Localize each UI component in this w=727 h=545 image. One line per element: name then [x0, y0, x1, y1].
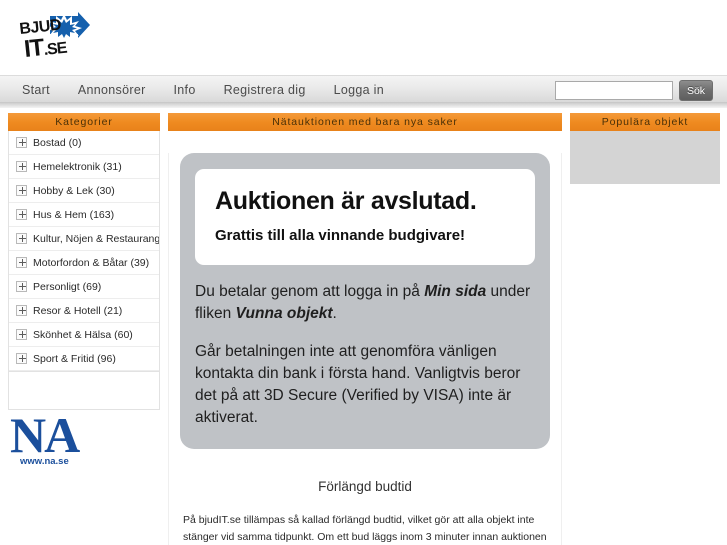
- sidebar-filler: [8, 372, 160, 410]
- search-input[interactable]: [555, 81, 673, 100]
- nav-item-registrera-dig[interactable]: Registrera dig: [210, 76, 320, 104]
- search-button[interactable]: Sök: [679, 80, 713, 101]
- expand-plus-icon[interactable]: [16, 209, 27, 220]
- site-logo[interactable]: BJUD IT.SE: [14, 12, 104, 64]
- sidebar-item-label: Personligt (69): [33, 280, 102, 293]
- sidebar-item-bostad[interactable]: Bostad (0): [9, 131, 159, 155]
- nav-item-list: Start Annonsörer Info Registrera dig Log…: [8, 76, 398, 104]
- extended-bidding-title: Förlängd budtid: [318, 479, 412, 494]
- sidebar-item-hus-hem[interactable]: Hus & Hem (163): [9, 203, 159, 227]
- sidebar-item-resor-hotell[interactable]: Resor & Hotell (21): [9, 299, 159, 323]
- sidebar-item-label: Bostad (0): [33, 136, 82, 149]
- navbar-shadow: [0, 103, 727, 108]
- na-logo-svg: NA www.na.se: [10, 407, 82, 467]
- center-header: Nätauktionen med bara nya saker: [168, 113, 562, 131]
- expand-plus-icon[interactable]: [16, 185, 27, 196]
- sidebar-categories: Kategorier Bostad (0) Hemelektronik (31)…: [8, 113, 160, 467]
- expand-plus-icon[interactable]: [16, 161, 27, 172]
- payment-instructions-paragraph: Du betalar genom att logga in på Min sid…: [195, 281, 535, 325]
- sponsor-url-text: www.na.se: [19, 456, 69, 467]
- popular-items-body: [570, 131, 720, 184]
- sidebar-item-skonhet-halsa[interactable]: Skönhet & Hälsa (60): [9, 323, 159, 347]
- expand-plus-icon[interactable]: [16, 137, 27, 148]
- expand-plus-icon[interactable]: [16, 329, 27, 340]
- main-navbar: Start Annonsörer Info Registrera dig Log…: [0, 75, 727, 103]
- vunna-objekt-emphasis: Vunna objekt: [235, 305, 333, 322]
- auction-closed-headline-box: Auktionen är avslutad. Grattis till alla…: [195, 169, 535, 265]
- nav-item-annonsorer[interactable]: Annonsörer: [64, 76, 160, 104]
- extended-bidding-body: På bjudIT.se tillämpas så kallad förläng…: [183, 514, 547, 543]
- sponsor-na-logo[interactable]: NA www.na.se: [10, 407, 98, 468]
- popular-items-panel: Populära objekt: [570, 113, 720, 184]
- expand-plus-icon[interactable]: [16, 233, 27, 244]
- sidebar-item-hobby-lek[interactable]: Hobby & Lek (30): [9, 179, 159, 203]
- sidebar-item-label: Skönhet & Hälsa (60): [33, 328, 133, 341]
- popular-items-header: Populära objekt: [570, 113, 720, 131]
- nav-item-info[interactable]: Info: [160, 76, 210, 104]
- sidebar-item-label: Hus & Hem (163): [33, 208, 115, 221]
- search-area: Sök: [555, 80, 713, 101]
- sidebar-item-label: Motorfordon & Båtar (39): [33, 256, 150, 269]
- sidebar-item-label: Kultur, Nöjen & Restaurang (36): [33, 232, 159, 245]
- sidebar-item-kultur-nojen-restaurang[interactable]: Kultur, Nöjen & Restaurang (36): [9, 227, 159, 251]
- payment-failure-paragraph: Går betalningen inte att genomföra vänli…: [195, 343, 521, 426]
- sidebar-item-hemelektronik[interactable]: Hemelektronik (31): [9, 155, 159, 179]
- auction-closed-notice: Auktionen är avslutad. Grattis till alla…: [180, 153, 550, 449]
- expand-plus-icon[interactable]: [16, 281, 27, 292]
- sidebar-item-label: Resor & Hotell (21): [33, 304, 123, 317]
- payment-text-part1: Du betalar genom att logga in på: [195, 283, 425, 300]
- expand-plus-icon[interactable]: [16, 257, 27, 268]
- center-body: Auktionen är avslutad. Grattis till alla…: [168, 153, 562, 545]
- auction-closed-title: Auktionen är avslutad.: [215, 187, 477, 215]
- logo-svg: BJUD IT.SE: [19, 12, 90, 63]
- sidebar-item-personligt[interactable]: Personligt (69): [9, 275, 159, 299]
- expand-plus-icon[interactable]: [16, 353, 27, 364]
- sidebar-item-label: Hemelektronik (31): [33, 160, 122, 173]
- sidebar-item-motorfordon-batar[interactable]: Motorfordon & Båtar (39): [9, 251, 159, 275]
- auction-closed-subtitle: Grattis till alla vinnande budgivare!: [215, 227, 466, 244]
- sidebar-item-label: Hobby & Lek (30): [33, 184, 115, 197]
- nav-item-start[interactable]: Start: [8, 76, 64, 104]
- sidebar-item-sport-fritid[interactable]: Sport & Fritid (96): [9, 347, 159, 371]
- sidebar-item-label: Sport & Fritid (96): [33, 352, 116, 365]
- category-list: Bostad (0) Hemelektronik (31) Hobby & Le…: [8, 131, 160, 372]
- page-root: BJUD IT.SE Start Annonsörer Info Registr…: [0, 0, 727, 545]
- min-sida-emphasis: Min sida: [424, 283, 487, 300]
- center-column: Nätauktionen med bara nya saker Auktione…: [168, 113, 562, 545]
- expand-plus-icon[interactable]: [16, 305, 27, 316]
- site-header: BJUD IT.SE: [0, 0, 727, 75]
- sponsor-logo-text: NA: [10, 408, 80, 463]
- nav-item-logga-in[interactable]: Logga in: [320, 76, 398, 104]
- sidebar-header: Kategorier: [8, 113, 160, 131]
- payment-text-part3: .: [332, 305, 337, 322]
